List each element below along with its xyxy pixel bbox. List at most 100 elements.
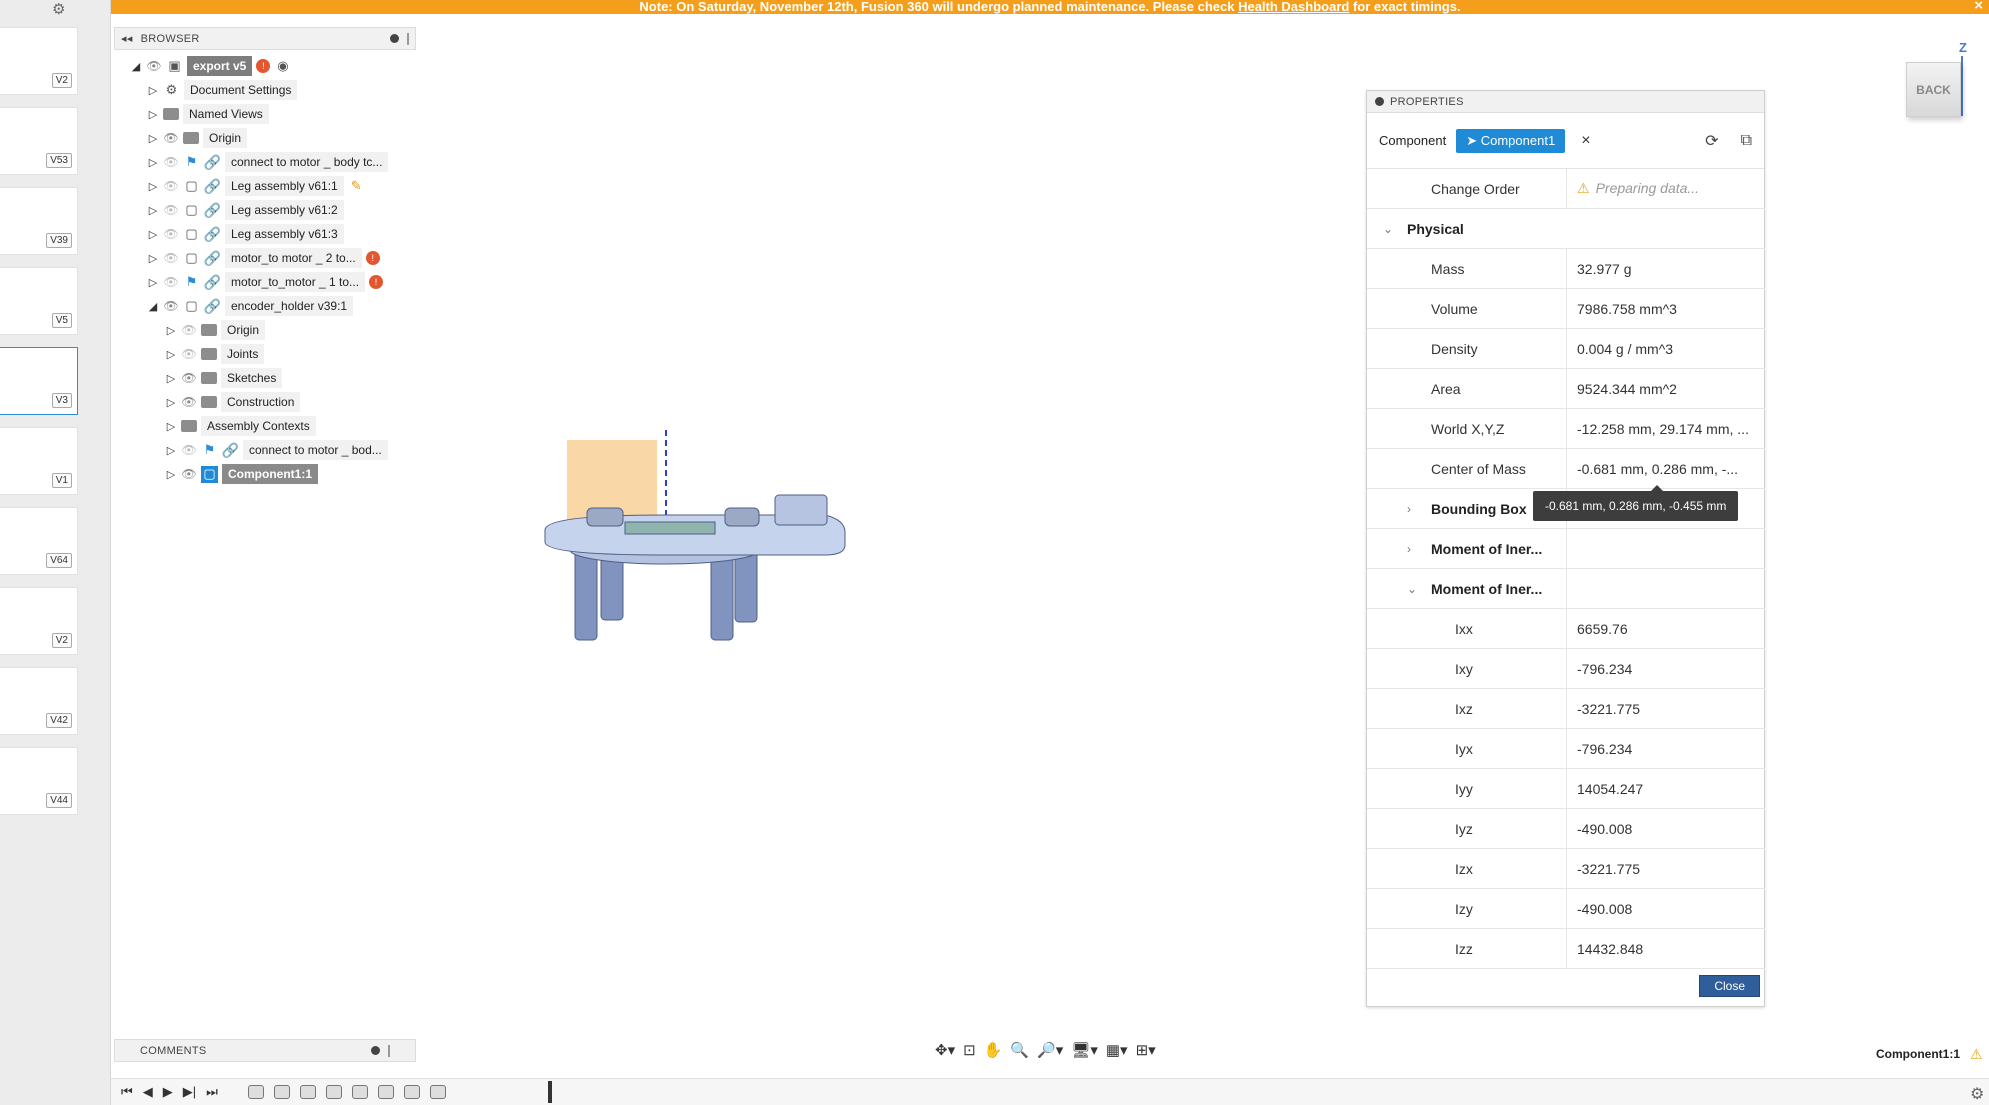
- tree-row[interactable]: ▷ 👁 ⚑ 🔗 motor_to_motor _ 1 to... !: [147, 271, 384, 293]
- version-card[interactable]: V2: [0, 587, 78, 655]
- section-moment-of-inertia-2[interactable]: ⌄ Moment of Iner...: [1367, 569, 1765, 609]
- tree-row[interactable]: ▷ 👁 ▢ 🔗 Leg assembly v61:1 ✎: [147, 175, 365, 197]
- expand-triangle-icon[interactable]: ▷: [147, 276, 159, 289]
- timeline-feature[interactable]: [273, 1085, 290, 1099]
- version-badge[interactable]: V44: [46, 793, 72, 808]
- version-badge[interactable]: V5: [51, 313, 72, 328]
- timeline-marker[interactable]: [548, 1081, 552, 1103]
- expand-triangle-icon[interactable]: ▷: [147, 156, 159, 169]
- leg-3[interactable]: [710, 549, 734, 641]
- chevron-right-icon[interactable]: ›: [1407, 542, 1423, 556]
- timeline-feature[interactable]: [247, 1085, 264, 1099]
- viewports-icon[interactable]: ⊞▾: [1136, 1041, 1156, 1059]
- timeline-feature[interactable]: [299, 1085, 316, 1099]
- expand-triangle-icon[interactable]: ▷: [165, 468, 177, 481]
- panel-minimize-icon[interactable]: [1375, 97, 1384, 106]
- eye-hidden-icon[interactable]: 👁: [163, 251, 179, 265]
- version-card[interactable]: V44: [0, 747, 78, 815]
- leg-4[interactable]: [734, 549, 758, 623]
- tree-label[interactable]: Leg assembly v61:3: [225, 224, 344, 244]
- gear-icon[interactable]: ⚙: [1970, 1084, 1984, 1104]
- version-card[interactable]: V39: [0, 187, 78, 255]
- view-cube-face[interactable]: BACK: [1916, 83, 1951, 97]
- timeline-feature[interactable]: [377, 1085, 394, 1099]
- tree-row[interactable]: ◢ 👁 ▢ 🔗 encoder_holder v39:1: [147, 295, 354, 317]
- refresh-icon[interactable]: ⟳: [1705, 131, 1718, 151]
- eye-hidden-icon[interactable]: 👁: [163, 203, 179, 217]
- skip-start-icon[interactable]: ⏮: [121, 1084, 133, 1100]
- expand-triangle-icon[interactable]: ▷: [165, 444, 177, 457]
- version-card[interactable]: V5: [0, 267, 78, 335]
- tree-label-root[interactable]: export v5: [187, 56, 253, 76]
- tree-label[interactable]: Named Views: [183, 104, 269, 124]
- version-card-selected[interactable]: V3: [0, 347, 78, 415]
- eye-hidden-icon[interactable]: 👁: [163, 227, 179, 241]
- eye-hidden-icon[interactable]: 👁: [163, 155, 179, 169]
- tree-row[interactable]: ▷ 👁 ▢ 🔗 motor_to motor _ 2 to... !: [147, 247, 380, 269]
- tree-label[interactable]: connect to motor _ body tc...: [225, 152, 389, 172]
- display-settings-icon[interactable]: 🖥▾: [1071, 1041, 1098, 1059]
- clear-selection-button[interactable]: ×: [1581, 132, 1590, 150]
- eye-icon[interactable]: 👁: [181, 371, 197, 385]
- expand-triangle-icon[interactable]: ▷: [165, 372, 177, 385]
- expand-triangle-icon[interactable]: ▷: [165, 396, 177, 409]
- eye-icon[interactable]: 👁: [181, 467, 197, 481]
- look-at-icon[interactable]: ⊡: [963, 1041, 976, 1059]
- tree-label[interactable]: Assembly Contexts: [201, 416, 316, 436]
- collapse-triangle-icon[interactable]: ◢: [147, 300, 159, 313]
- chevron-down-icon[interactable]: ⌄: [1383, 222, 1399, 236]
- step-back-icon[interactable]: ◀: [143, 1084, 153, 1100]
- expand-triangle-icon[interactable]: ▷: [147, 204, 159, 217]
- banner-close-button[interactable]: ×: [1974, 0, 1983, 13]
- tree-row[interactable]: ▷ 👁 Origin: [165, 319, 266, 341]
- tree-label[interactable]: Sketches: [221, 368, 283, 388]
- expand-triangle-icon[interactable]: ▷: [147, 228, 159, 241]
- component-chip[interactable]: ➤ Component1: [1456, 128, 1566, 153]
- comments-panel[interactable]: COMMENTS: [114, 1039, 416, 1062]
- zoom-window-icon[interactable]: 🔎▾: [1037, 1041, 1063, 1059]
- tree-row[interactable]: ▷ 👁 Joints: [165, 343, 265, 365]
- network-icon[interactable]: ⚙: [52, 0, 65, 18]
- circuit-board[interactable]: [624, 521, 716, 535]
- panel-resize-handle[interactable]: [388, 1044, 390, 1057]
- tree-row[interactable]: ▷ Assembly Contexts: [165, 415, 316, 437]
- expand-triangle-icon[interactable]: ▷: [165, 420, 177, 433]
- version-card[interactable]: V64: [0, 507, 78, 575]
- tree-row-selected[interactable]: ▷ 👁 ▢ Component1:1: [165, 463, 318, 485]
- version-badge[interactable]: V42: [46, 713, 72, 728]
- model-viewport[interactable]: [535, 420, 855, 650]
- tree-label[interactable]: Leg assembly v61:1: [225, 176, 344, 196]
- version-card[interactable]: V53: [0, 107, 78, 175]
- tree-row[interactable]: ▷ 👁 Construction: [165, 391, 301, 413]
- copy-icon[interactable]: ⧉: [1741, 132, 1752, 150]
- leg-1[interactable]: [574, 549, 598, 641]
- eye-icon[interactable]: 👁: [146, 59, 162, 73]
- chevron-right-icon[interactable]: ›: [1407, 502, 1423, 516]
- expand-triangle-icon[interactable]: ▷: [147, 252, 159, 265]
- version-badge[interactable]: V39: [46, 233, 72, 248]
- tree-label-selected[interactable]: Component1:1: [222, 464, 318, 484]
- pan-icon[interactable]: ✋: [984, 1041, 1003, 1059]
- orbit-icon[interactable]: ✥▾: [935, 1041, 955, 1059]
- version-badge[interactable]: V2: [51, 633, 72, 648]
- eye-hidden-icon[interactable]: 👁: [181, 347, 197, 361]
- version-badge[interactable]: V53: [46, 153, 72, 168]
- skip-end-icon[interactable]: ⏭: [206, 1084, 218, 1100]
- play-icon[interactable]: ▶: [163, 1084, 173, 1100]
- panel-options-icon[interactable]: [390, 34, 399, 43]
- tree-label[interactable]: Origin: [203, 128, 248, 148]
- eye-hidden-icon[interactable]: 👁: [181, 323, 197, 337]
- grid-icon[interactable]: ▦▾: [1106, 1041, 1128, 1059]
- expand-triangle-icon[interactable]: ▷: [147, 108, 159, 121]
- warning-icon[interactable]: ⚠: [1970, 1046, 1983, 1063]
- tree-label[interactable]: motor_to motor _ 2 to...: [225, 248, 362, 268]
- version-card[interactable]: V2: [0, 27, 78, 95]
- property-value[interactable]: -12.258 mm, 29.174 mm, ...: [1567, 421, 1749, 437]
- view-cube[interactable]: BACK: [1906, 62, 1961, 117]
- timeline-feature[interactable]: [429, 1085, 446, 1099]
- tree-label[interactable]: motor_to_motor _ 1 to...: [225, 272, 366, 292]
- expand-triangle-icon[interactable]: ▷: [147, 84, 159, 97]
- tree-row[interactable]: ▷ 👁 Origin: [147, 127, 248, 149]
- expand-triangle-icon[interactable]: ▷: [147, 132, 159, 145]
- section-moment-of-inertia-1[interactable]: › Moment of Iner...: [1367, 529, 1765, 569]
